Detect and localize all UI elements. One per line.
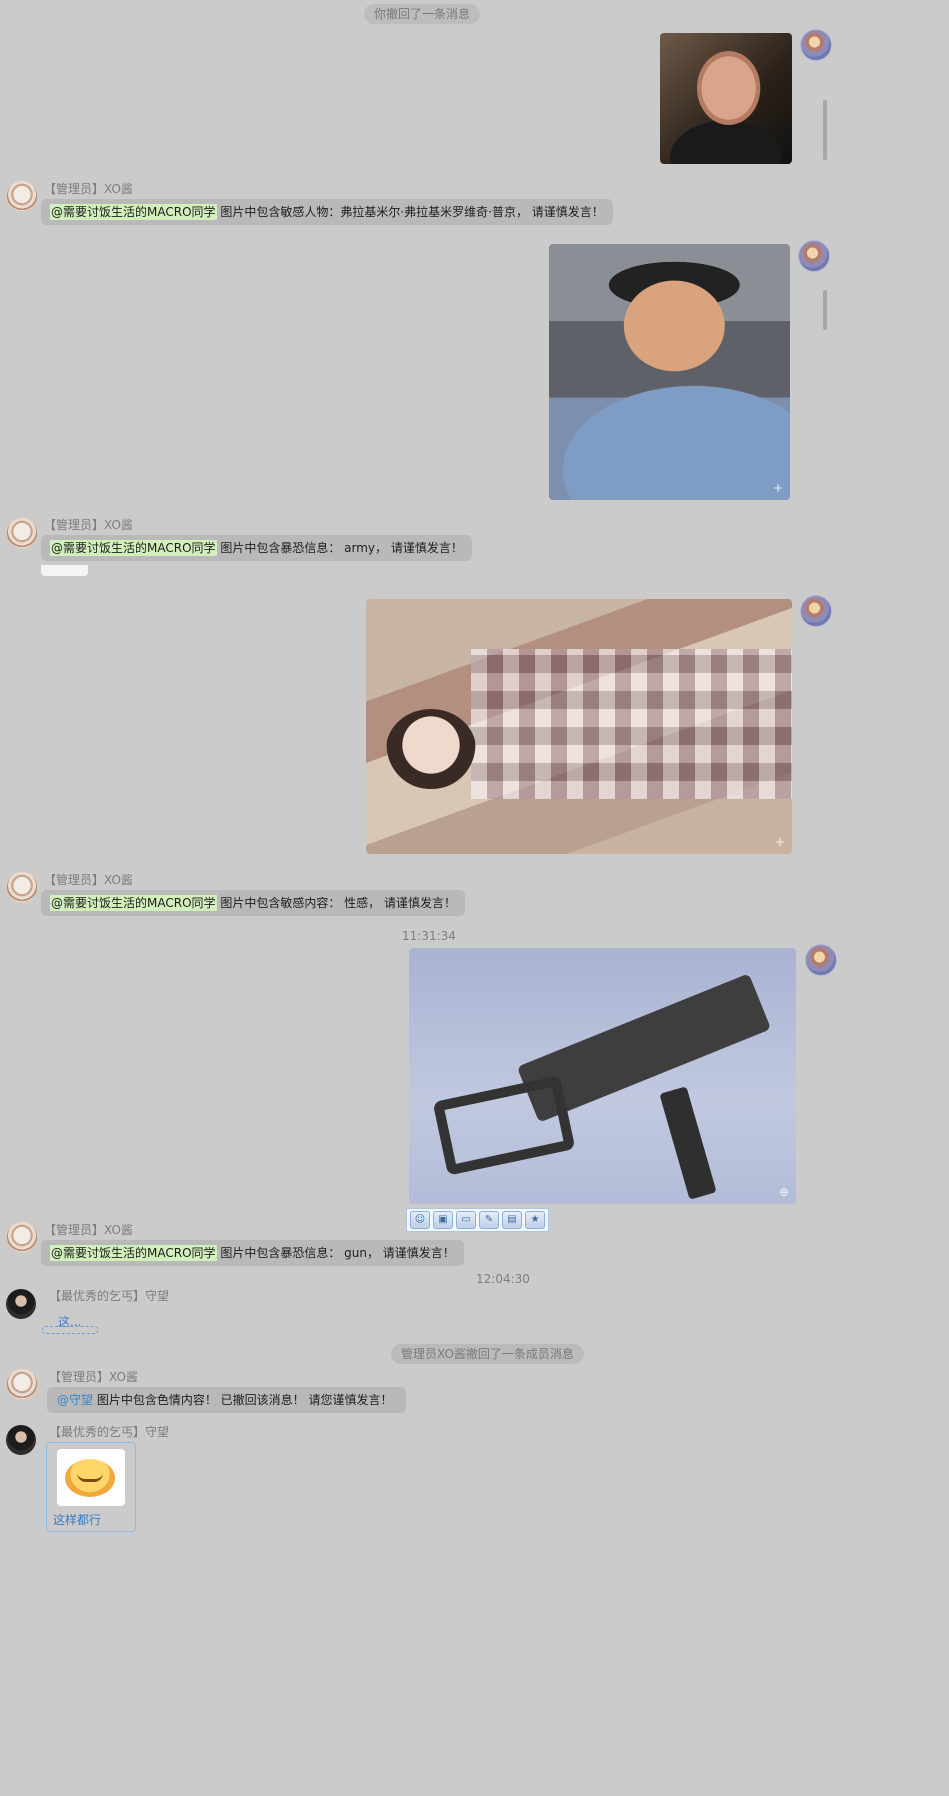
admin-avatar[interactable]	[6, 1368, 38, 1400]
member-avatar[interactable]	[6, 1289, 36, 1319]
sticker-fragment	[41, 565, 88, 576]
scrollbar-thumb[interactable]	[823, 100, 827, 160]
edit-icon[interactable]: ✎	[479, 1211, 499, 1229]
sender-name: 【管理员】XO酱	[49, 1370, 138, 1384]
mention-tag[interactable]: @需要讨饭生活的MACRO同学	[50, 1245, 217, 1261]
self-avatar[interactable]	[798, 240, 830, 272]
sender-name: 【最优秀的乞丐】守望	[49, 1425, 170, 1439]
admin-recall-notice: 管理员XO酱撤回了一条成员消息	[391, 1344, 584, 1364]
timestamp: 12:04:30	[476, 1272, 530, 1286]
sender-name: 【管理员】XO酱	[44, 873, 133, 887]
image-toolbar: ☺ ▣ ▭ ✎ ▤ ★	[406, 1208, 549, 1232]
admin-avatar[interactable]	[6, 871, 38, 903]
zoom-icon[interactable]: ⊕	[778, 1186, 790, 1198]
warning-bubble: @守望 图片中包含色情内容！ 已撤回该消息！ 请您谨慎发言！	[47, 1387, 407, 1413]
gun-stock	[432, 1075, 576, 1176]
mention-tag[interactable]: @需要讨饭生活的MACRO同学	[50, 540, 217, 556]
message-underline	[42, 1326, 98, 1334]
warning-bubble: @需要讨饭生活的MACRO同学 图片中包含敏感人物：弗拉基米尔·弗拉基米罗维奇·…	[41, 199, 613, 225]
sticker-message[interactable]: 这样都行	[46, 1442, 136, 1532]
mention-tag[interactable]: @守望	[57, 1393, 93, 1407]
sender-name: 【管理员】XO酱	[44, 518, 133, 532]
admin-avatar[interactable]	[6, 1221, 38, 1253]
folder-icon[interactable]: ▤	[502, 1211, 522, 1229]
face-region	[386, 709, 476, 789]
sticker-frame	[57, 1449, 125, 1506]
warning-bubble: @需要讨饭生活的MACRO同学 图片中包含暴恐信息： gun， 请谨慎发言！	[41, 1240, 464, 1266]
mention-tag[interactable]: @需要讨饭生活的MACRO同学	[50, 204, 217, 220]
self-avatar[interactable]	[800, 29, 832, 61]
pixelation-block	[471, 649, 792, 799]
sender-name: 【管理员】XO酱	[44, 182, 133, 196]
self-avatar[interactable]	[800, 595, 832, 627]
warning-text: 图片中包含敏感人物：弗拉基米尔·弗拉基米罗维奇·普京， 请谨慎发言！	[220, 205, 604, 219]
admin-avatar[interactable]	[6, 517, 38, 549]
sent-photo-gun[interactable]: ⊕	[409, 948, 796, 1204]
bookmark-icon[interactable]: ★	[525, 1211, 545, 1229]
zoom-icon[interactable]: +	[772, 482, 784, 494]
warning-bubble: @需要讨饭生活的MACRO同学 图片中包含暴恐信息： army， 请谨慎发言！	[41, 535, 472, 561]
warning-text: 图片中包含色情内容！ 已撤回该消息！ 请您谨慎发言！	[96, 1393, 393, 1407]
warning-text: 图片中包含暴恐信息： army， 请谨慎发言！	[220, 541, 463, 555]
sender-name: 【最优秀的乞丐】守望	[49, 1289, 170, 1303]
admin-avatar[interactable]	[6, 180, 38, 212]
recall-notice: 你撤回了一条消息	[364, 4, 481, 24]
scrollbar-thumb[interactable]	[823, 290, 827, 330]
sender-name: 【管理员】XO酱	[44, 1223, 133, 1237]
self-avatar[interactable]	[805, 944, 837, 976]
mention-tag[interactable]: @需要讨饭生活的MACRO同学	[50, 895, 217, 911]
timestamp: 11:31:34	[402, 929, 456, 943]
warning-bubble: @需要讨饭生活的MACRO同学 图片中包含敏感内容： 性感， 请谨慎发言！	[41, 890, 465, 916]
sent-photo-portrait[interactable]	[660, 33, 792, 164]
warning-text: 图片中包含敏感内容： 性感， 请谨慎发言！	[220, 896, 456, 910]
sent-photo-officer[interactable]: +	[549, 244, 790, 500]
zoom-icon[interactable]: +	[774, 836, 786, 848]
member-avatar[interactable]	[6, 1425, 36, 1455]
gun-magazine	[659, 1086, 717, 1200]
warning-text: 图片中包含暴恐信息： gun， 请谨慎发言！	[220, 1246, 455, 1260]
save-icon[interactable]: ▣	[433, 1211, 453, 1229]
emoji-icon[interactable]: ☺	[410, 1211, 430, 1229]
screen-icon[interactable]: ▭	[456, 1211, 476, 1229]
sent-photo-blurred[interactable]: +	[366, 599, 792, 854]
sticker-caption: 这样都行	[53, 1513, 102, 1527]
